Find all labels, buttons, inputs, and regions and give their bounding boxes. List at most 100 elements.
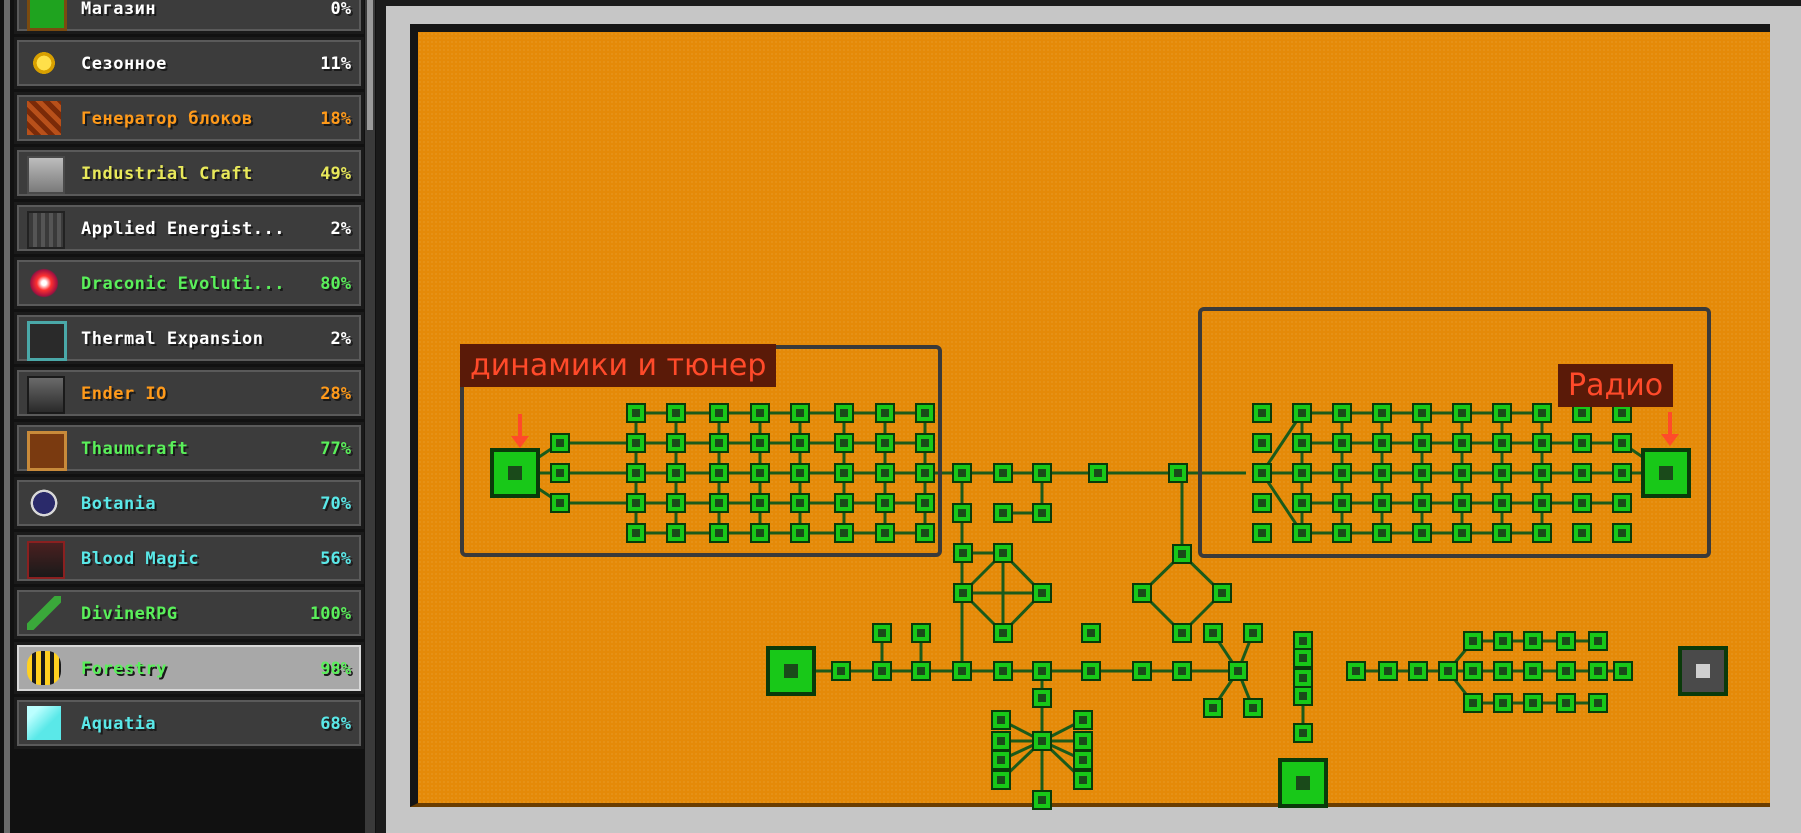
category-aquatia[interactable]: Aquatia 68% [14,697,364,749]
quest-node[interactable] [953,543,973,563]
quest-node[interactable] [1032,731,1052,751]
quest-node[interactable] [1081,623,1101,643]
quest-chapter-node[interactable] [1678,646,1728,696]
quest-node[interactable] [993,543,1013,563]
quest-node[interactable] [1228,661,1248,681]
thermal-machine-icon [27,321,67,361]
quest-node[interactable] [872,661,892,681]
quest-node[interactable] [1032,661,1052,681]
quest-node[interactable] [831,661,851,681]
quest-node[interactable] [911,623,931,643]
quest-chapter-node[interactable] [1278,758,1328,808]
quest-node[interactable] [1293,648,1313,668]
quest-node[interactable] [1463,661,1483,681]
quest-node[interactable] [1293,723,1313,743]
quest-node[interactable] [1212,583,1232,603]
quest-node[interactable] [1172,623,1192,643]
quest-node[interactable] [1588,693,1608,713]
quest-node[interactable] [991,731,1011,751]
category-forestry[interactable]: Forestry 98% [14,642,364,694]
quest-node[interactable] [1556,661,1576,681]
quest-node[interactable] [952,463,972,483]
category-name: DivineRPG [81,604,178,624]
quest-node[interactable] [1556,631,1576,651]
quest-node[interactable] [993,661,1013,681]
quest-node[interactable] [952,503,972,523]
quest-node[interactable] [1378,661,1398,681]
quest-node[interactable] [1073,770,1093,790]
quest-node[interactable] [1493,661,1513,681]
quest-node[interactable] [1032,503,1052,523]
category-name: Blood Magic [81,549,200,569]
quest-node[interactable] [1408,661,1428,681]
quest-node[interactable] [1588,661,1608,681]
draconic-core-icon [27,266,61,300]
quest-node[interactable] [1346,661,1366,681]
category-генератор-блоков[interactable]: Генератор блоков 18% [14,92,364,144]
category-thaumcraft[interactable]: Thaumcraft 77% [14,422,364,474]
category-botania[interactable]: Botania 70% [14,477,364,529]
quest-node[interactable] [1243,623,1263,643]
quest-node[interactable] [1073,731,1093,751]
quest-node[interactable] [1032,790,1052,810]
quest-node[interactable] [993,623,1013,643]
quest-node[interactable] [1032,583,1052,603]
category-thermal-expansion[interactable]: Thermal Expansion 2% [14,312,364,364]
category-магазин[interactable]: Магазин 0% [14,0,364,34]
quest-node[interactable] [1081,661,1101,681]
quest-node[interactable] [1556,693,1576,713]
quest-node[interactable] [991,770,1011,790]
quest-node[interactable] [1168,463,1188,483]
category-draconic-evoluti-[interactable]: Draconic Evoluti... 80% [14,257,364,309]
quest-node[interactable] [1203,698,1223,718]
quest-node[interactable] [1203,623,1223,643]
quest-node[interactable] [953,583,973,603]
category-percent: 100% [310,604,351,624]
quest-chapter-node[interactable] [766,646,816,696]
category-ender-io[interactable]: Ender IO 28% [14,367,364,419]
quest-node[interactable] [1293,668,1313,688]
category-name: Генератор блоков [81,109,253,129]
category-applied-energist-[interactable]: Applied Energist... 2% [14,202,364,254]
sidebar-scrollbar-thumb[interactable] [367,0,373,130]
quest-node[interactable] [993,503,1013,523]
thaumonomicon-icon [27,431,67,471]
category-name: Industrial Craft [81,164,253,184]
quest-node[interactable] [1293,686,1313,706]
quest-node[interactable] [1032,463,1052,483]
blood-altar-icon [27,541,65,579]
quest-node[interactable] [1293,631,1313,651]
category-сезонное[interactable]: Сезонное 11% [14,37,364,89]
category-divinerpg[interactable]: DivineRPG 100% [14,587,364,639]
quest-node[interactable] [1493,631,1513,651]
quest-node[interactable] [1523,693,1543,713]
category-name: Thaumcraft [81,439,189,459]
quest-node[interactable] [1588,631,1608,651]
quest-node[interactable] [1243,698,1263,718]
quest-node[interactable] [1463,631,1483,651]
quest-node[interactable] [872,623,892,643]
quest-node[interactable] [1073,750,1093,770]
quest-node[interactable] [1032,688,1052,708]
quest-node[interactable] [1088,463,1108,483]
quest-node[interactable] [1523,631,1543,651]
quest-node[interactable] [911,661,931,681]
quest-node[interactable] [991,710,1011,730]
quest-node[interactable] [1493,693,1513,713]
quest-node[interactable] [1172,661,1192,681]
category-percent: 0% [330,0,351,19]
category-blood-magic[interactable]: Blood Magic 56% [14,532,364,584]
quest-node[interactable] [952,661,972,681]
quest-node[interactable] [1438,661,1458,681]
category-name: Applied Energist... [81,219,285,239]
quest-node[interactable] [1613,661,1633,681]
quest-node[interactable] [1523,661,1543,681]
quest-node[interactable] [991,750,1011,770]
quest-node[interactable] [1073,710,1093,730]
category-industrial-craft[interactable]: Industrial Craft 49% [14,147,364,199]
quest-node[interactable] [1132,583,1152,603]
quest-node[interactable] [1463,693,1483,713]
quest-node[interactable] [1172,544,1192,564]
quest-node[interactable] [1132,661,1152,681]
quest-node[interactable] [993,463,1013,483]
